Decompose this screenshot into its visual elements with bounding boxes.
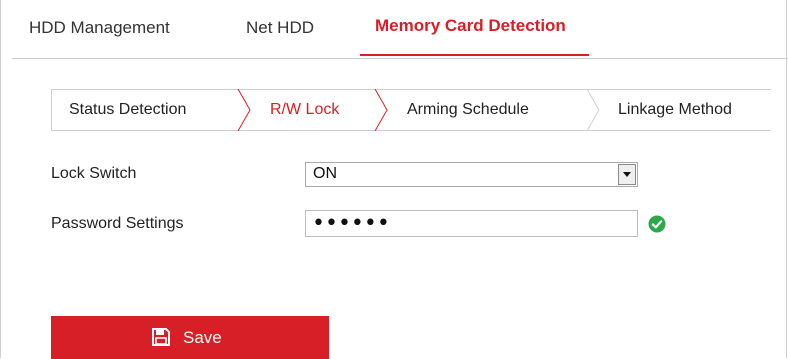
chevron-divider-icon [237, 89, 251, 131]
tab-hdd-management[interactable]: HDD Management [29, 18, 170, 38]
dropdown-arrow-icon[interactable] [618, 164, 636, 185]
subtab-status-detection[interactable]: Status Detection [69, 90, 186, 130]
tab-net-hdd[interactable]: Net HDD [246, 18, 314, 38]
subtab-rw-lock[interactable]: R/W Lock [270, 90, 339, 130]
password-value: •••••• [312, 211, 390, 236]
lock-switch-label: Lock Switch [51, 165, 137, 182]
tab-memory-card-detection[interactable]: Memory Card Detection [360, 16, 589, 56]
subtab-arming-schedule[interactable]: Arming Schedule [407, 90, 529, 130]
sub-tab-bar: Status Detection R/W Lock Arming Schedul… [51, 89, 771, 131]
chevron-divider-icon [586, 89, 600, 131]
save-button-label: Save [183, 328, 222, 347]
password-settings-label: Password Settings [51, 215, 184, 232]
save-button[interactable]: Save [51, 316, 329, 359]
password-input[interactable]: •••••• [305, 210, 638, 237]
floppy-disk-icon [151, 327, 171, 347]
lock-switch-select[interactable]: ON [305, 162, 638, 187]
check-circle-icon [648, 215, 666, 233]
chevron-divider-icon [374, 89, 388, 131]
top-tab-bar: HDD Management Net HDD Memory Card Detec… [0, 0, 788, 59]
lock-switch-value: ON [313, 165, 337, 182]
subtab-linkage-method[interactable]: Linkage Method [618, 90, 732, 130]
tab-bar-divider [12, 58, 788, 59]
